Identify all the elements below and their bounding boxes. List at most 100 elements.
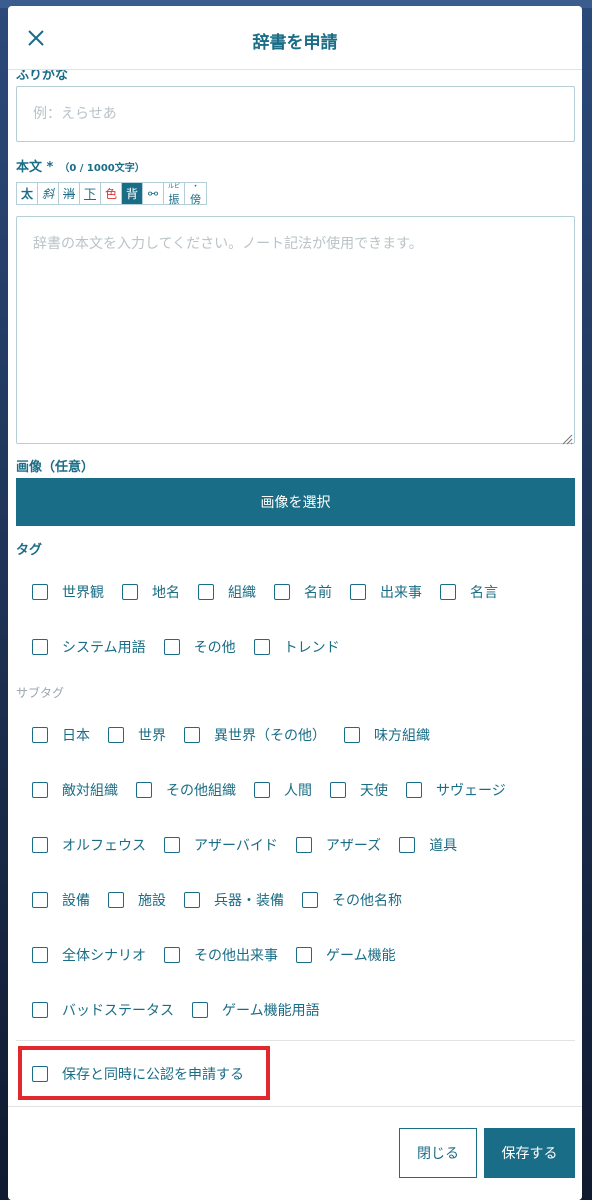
checkbox-icon[interactable]: [406, 782, 422, 798]
checkbox-icon[interactable]: [32, 837, 48, 853]
subtag-checkbox[interactable]: 兵器・装備: [184, 890, 284, 910]
checkbox-icon[interactable]: [350, 584, 366, 600]
background-color-icon[interactable]: 背: [122, 183, 143, 204]
checkbox-icon[interactable]: [32, 892, 48, 908]
checkbox-icon[interactable]: [32, 947, 48, 963]
checkbox-icon[interactable]: [440, 584, 456, 600]
subtag-text: 全体シナリオ: [62, 948, 146, 964]
checkbox-icon[interactable]: [198, 584, 214, 600]
tag-checkbox[interactable]: 出来事: [350, 582, 422, 602]
subtag-checkbox[interactable]: 敵対組織: [32, 780, 118, 800]
tag-checkbox[interactable]: 組織: [198, 582, 256, 602]
checkbox-icon[interactable]: [164, 837, 180, 853]
checkbox-icon[interactable]: [32, 727, 48, 743]
resize-handle-icon[interactable]: [561, 430, 573, 445]
body-textarea[interactable]: [16, 216, 575, 444]
dictionary-request-modal: 辞書を申請 ふりがな 本文 * （0 / 1000文字） 太 斜 消 下 色 背 …: [8, 6, 582, 1200]
subtag-checkbox[interactable]: 天使: [330, 780, 388, 800]
checkbox-icon[interactable]: [295, 837, 312, 853]
subtag-checkbox[interactable]: 施設: [108, 890, 166, 910]
modal-header: 辞書を申請: [8, 6, 582, 70]
checkbox-icon[interactable]: [274, 584, 290, 600]
background-left: [0, 0, 8, 1200]
subtag-checkbox[interactable]: アザーズ: [295, 835, 381, 855]
subtag-text: その他出来事: [194, 948, 278, 964]
link-icon[interactable]: ⚯: [143, 183, 164, 204]
select-image-button[interactable]: 画像を選択: [16, 478, 575, 526]
tag-checkbox[interactable]: 名言: [440, 582, 498, 602]
subtag-checkbox[interactable]: ゲーム機能用語: [192, 1000, 320, 1020]
subtag-checkbox[interactable]: オルフェウス: [32, 835, 146, 855]
subtag-checkbox[interactable]: 設備: [32, 890, 90, 910]
ruby-main-text: 振: [168, 193, 180, 206]
tag-text: その他: [193, 640, 236, 656]
subtag-text: サヴェージ: [436, 783, 506, 799]
checkbox-icon[interactable]: [32, 639, 48, 655]
tag-checkbox[interactable]: 名前: [274, 582, 332, 602]
tag-checkbox[interactable]: その他: [163, 637, 236, 657]
reading-input[interactable]: [16, 86, 575, 142]
image-label: 画像（任意）: [16, 460, 95, 475]
subtag-text: 道具: [429, 838, 458, 854]
checkbox-icon[interactable]: [253, 639, 270, 655]
subtag-checkbox[interactable]: 道具: [399, 835, 457, 855]
checkbox-icon[interactable]: [32, 782, 48, 798]
checkbox-icon[interactable]: [344, 727, 360, 743]
checkbox-icon[interactable]: [108, 727, 124, 743]
save-button[interactable]: 保存する: [484, 1128, 575, 1178]
checkbox-icon[interactable]: [254, 782, 270, 798]
tag-text: 地名: [152, 585, 180, 601]
subtag-checkbox[interactable]: 人間: [254, 780, 312, 800]
tag-checkbox[interactable]: システム用語: [32, 637, 146, 657]
subtag-checkbox[interactable]: アザーバイド: [164, 835, 278, 855]
checkbox-icon[interactable]: [122, 584, 138, 600]
checkbox-icon[interactable]: [330, 782, 346, 798]
subtag-checkbox[interactable]: その他名称: [302, 890, 402, 910]
text-color-icon[interactable]: 色: [101, 183, 122, 204]
tag-label: タグ: [16, 543, 43, 558]
subtag-text: 日本: [62, 728, 90, 744]
checkbox-icon[interactable]: [184, 892, 200, 908]
bold-icon[interactable]: 太: [17, 183, 38, 204]
subtag-checkbox[interactable]: 異世界（その他）: [184, 725, 326, 745]
subtag-checkbox[interactable]: 味方組織: [344, 725, 430, 745]
subtag-label: サブタグ: [16, 686, 65, 700]
close-button[interactable]: 閉じる: [399, 1128, 477, 1178]
subtag-checkbox[interactable]: バッドステータス: [32, 1000, 174, 1020]
subtag-checkbox[interactable]: 世界: [108, 725, 166, 745]
subtag-checkbox[interactable]: 日本: [32, 725, 90, 745]
checkbox-icon[interactable]: [32, 1002, 48, 1018]
checkbox-icon[interactable]: [164, 947, 180, 963]
tag-checkbox[interactable]: 地名: [122, 582, 180, 602]
checkbox-icon[interactable]: [108, 892, 124, 908]
subtag-checkbox[interactable]: ゲーム機能: [296, 945, 396, 965]
tag-checkbox[interactable]: 世界観: [32, 582, 104, 602]
strikethrough-icon[interactable]: 消: [59, 183, 80, 204]
checkbox-icon[interactable]: [399, 837, 416, 853]
subtag-text: その他組織: [166, 783, 236, 799]
tag-checkbox[interactable]: トレンド: [253, 637, 340, 657]
checkbox-icon[interactable]: [32, 584, 48, 600]
checkbox-icon[interactable]: [184, 727, 200, 743]
subtag-text: 天使: [360, 783, 388, 799]
checkbox-icon[interactable]: [302, 892, 318, 908]
checkbox-icon[interactable]: [192, 1002, 208, 1018]
ruby-icon[interactable]: ルビ 振: [164, 183, 185, 206]
modal-body[interactable]: ふりがな 本文 * （0 / 1000文字） 太 斜 消 下 色 背 ⚯ ルビ 振…: [8, 70, 582, 1106]
underline-icon[interactable]: 下: [80, 183, 101, 204]
subtag-checkbox[interactable]: その他出来事: [164, 945, 278, 965]
checkbox-icon[interactable]: [163, 639, 180, 655]
emphasis-dot-icon[interactable]: • 傍: [185, 183, 206, 206]
checkbox-icon[interactable]: [136, 782, 152, 798]
subtag-checkbox[interactable]: サヴェージ: [406, 780, 506, 800]
format-toolbar: 太 斜 消 下 色 背 ⚯ ルビ 振 • 傍: [16, 182, 207, 206]
divider: [16, 1040, 575, 1041]
tag-row-2: システム用語 その他 トレンド: [32, 635, 358, 659]
checkbox-icon[interactable]: [296, 947, 312, 963]
subtag-checkbox[interactable]: その他組織: [136, 780, 236, 800]
subtag-text: バッドステータス: [62, 1003, 174, 1019]
subtag-checkbox[interactable]: 全体シナリオ: [32, 945, 146, 965]
italic-icon[interactable]: 斜: [38, 183, 59, 204]
subtag-row-6: バッドステータス ゲーム機能用語: [32, 998, 338, 1022]
body-char-count: （0 / 1000文字）: [59, 163, 145, 174]
